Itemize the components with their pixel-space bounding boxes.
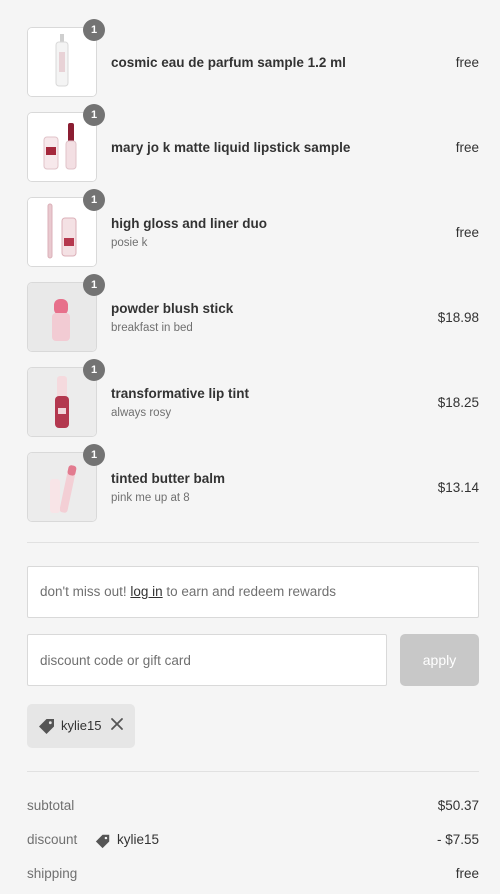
shipping-row: shipping free (27, 866, 479, 886)
tag-icon (39, 719, 54, 734)
item-info: cosmic eau de parfum sample 1.2 ml (111, 54, 391, 71)
shipping-label: shipping (27, 866, 78, 881)
item-variant: breakfast in bed (111, 322, 193, 334)
quantity-badge: 1 (83, 359, 105, 381)
cart-items-list: 1 cosmic eau de parfum sample 1.2 ml fre… (27, 19, 479, 537)
divider (27, 771, 479, 772)
item-info: high gloss and liner duo posie k (111, 215, 391, 249)
discount-value: - $7.55 (436, 832, 479, 847)
item-info: powder blush stick breakfast in bed (111, 300, 391, 334)
applied-discount-tag: kylie15 (27, 704, 135, 748)
cart-item: 1 high gloss and liner duo posie k free (27, 189, 479, 282)
login-link[interactable]: log in (130, 584, 162, 599)
cart-item: 1 transformative lip tint always rosy $1… (27, 359, 479, 452)
discount-row-summary: discount kylie15 - $7.55 (27, 832, 479, 852)
discount-code-label: kylie15 (61, 718, 102, 733)
divider (27, 542, 479, 543)
quantity-badge: 1 (83, 104, 105, 126)
discount-code-input[interactable] (27, 634, 387, 686)
rewards-banner: don't miss out! log in to earn and redee… (27, 566, 479, 618)
item-info: mary jo k matte liquid lipstick sample (111, 139, 391, 156)
item-price: free (455, 55, 479, 70)
cart-item: 1 mary jo k matte liquid lipstick sample… (27, 104, 479, 197)
discount-label: discount (27, 832, 78, 847)
discount-row: apply (27, 634, 479, 686)
item-variant: pink me up at 8 (111, 492, 190, 504)
rewards-suffix: to earn and redeem rewards (162, 584, 337, 599)
item-name: mary jo k matte liquid lipstick sample (111, 140, 351, 155)
quantity-badge: 1 (83, 274, 105, 296)
shipping-value: free (455, 866, 479, 881)
quantity-badge: 1 (83, 189, 105, 211)
rewards-prefix: don't miss out! (40, 584, 131, 599)
item-name: transformative lip tint (111, 386, 250, 401)
quantity-badge: 1 (83, 444, 105, 466)
item-name: powder blush stick (111, 301, 234, 316)
item-name: cosmic eau de parfum sample 1.2 ml (111, 55, 346, 70)
discount-code: kylie15 (117, 832, 160, 847)
apply-button[interactable]: apply (400, 634, 479, 686)
item-name: tinted butter balm (111, 471, 225, 486)
subtotal-row: subtotal $50.37 (27, 798, 479, 818)
order-summary: 1 cosmic eau de parfum sample 1.2 ml fre… (0, 0, 500, 894)
item-name: high gloss and liner duo (111, 216, 268, 231)
cart-item: 1 powder blush stick breakfast in bed $1… (27, 274, 479, 367)
subtotal-label: subtotal (27, 798, 75, 813)
item-info: tinted butter balm pink me up at 8 (111, 470, 391, 504)
cart-item: 1 cosmic eau de parfum sample 1.2 ml fre… (27, 19, 479, 112)
quantity-badge: 1 (83, 19, 105, 41)
item-variant: always rosy (111, 407, 172, 419)
item-price: $13.14 (437, 480, 479, 495)
subtotal-value: $50.37 (437, 798, 479, 813)
item-info: transformative lip tint always rosy (111, 385, 391, 419)
close-icon[interactable] (109, 716, 125, 732)
tag-icon (95, 834, 110, 849)
item-price: free (455, 140, 479, 155)
item-price: free (455, 225, 479, 240)
item-price: $18.98 (437, 310, 479, 325)
item-variant: posie k (111, 237, 148, 249)
item-price: $18.25 (437, 395, 479, 410)
cart-item: 1 tinted butter balm pink me up at 8 $13… (27, 444, 479, 537)
